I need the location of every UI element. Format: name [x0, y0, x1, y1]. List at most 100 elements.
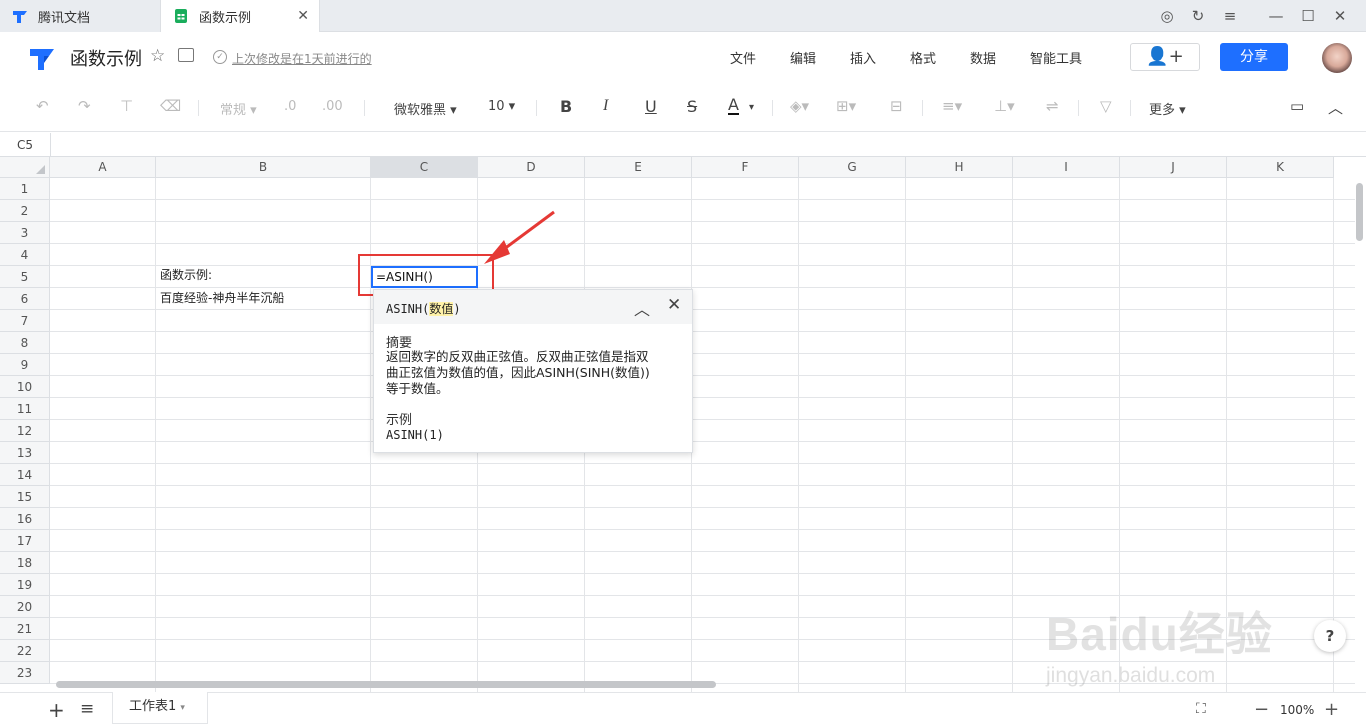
row-header-15[interactable]: 15 [0, 486, 50, 508]
row-header-11[interactable]: 11 [0, 398, 50, 420]
column-header-i[interactable]: I [1013, 157, 1120, 178]
redo-icon[interactable]: ↷ [78, 97, 91, 115]
add-sheet-icon[interactable]: + [48, 698, 65, 722]
row-header-7[interactable]: 7 [0, 310, 50, 332]
menu-format[interactable]: 格式 [910, 48, 936, 67]
row-header-16[interactable]: 16 [0, 508, 50, 530]
sheet-tab-active[interactable]: 工作表1 ▾ [112, 692, 208, 724]
borders-icon[interactable]: ⊞▾ [836, 97, 856, 115]
active-cell-c5[interactable]: =ASINH() [371, 266, 478, 288]
compass-icon[interactable]: ◎ [1157, 6, 1177, 26]
cell-b6[interactable]: 百度经验-神舟半年沉船 [160, 289, 284, 306]
row-header-8[interactable]: 8 [0, 332, 50, 354]
chevron-down-icon[interactable]: ▾ [749, 102, 754, 113]
column-header-d[interactable]: D [478, 157, 585, 178]
menu-edit[interactable]: 编辑 [790, 48, 816, 67]
menu-data[interactable]: 数据 [970, 48, 996, 67]
wrap-text-icon[interactable]: ⇌ [1046, 97, 1059, 115]
avatar[interactable] [1322, 43, 1352, 73]
refresh-icon[interactable]: ↻ [1188, 6, 1208, 26]
move-to-folder-icon[interactable] [178, 48, 194, 62]
italic-icon[interactable]: I [603, 97, 608, 115]
row-header-14[interactable]: 14 [0, 464, 50, 486]
zoom-out-icon[interactable]: − [1254, 699, 1269, 720]
browser-tab-function-example[interactable]: 函数示例 ✕ [160, 0, 320, 32]
column-header-k[interactable]: K [1227, 157, 1334, 178]
menu-insert[interactable]: 插入 [850, 48, 876, 67]
close-window-icon[interactable]: ✕ [1330, 6, 1350, 26]
more-button[interactable]: 更多 ▾ [1149, 99, 1186, 118]
row-header-2[interactable]: 2 [0, 200, 50, 222]
tencent-docs-logo-icon[interactable] [28, 44, 56, 72]
bold-icon[interactable]: B [560, 97, 572, 116]
collapse-toolbar-icon[interactable]: ︿ [1328, 97, 1343, 118]
merge-cells-icon[interactable]: ⊟ [890, 97, 903, 115]
row-header-5[interactable]: 5 [0, 266, 50, 288]
row-header-20[interactable]: 20 [0, 596, 50, 618]
row-header-19[interactable]: 19 [0, 574, 50, 596]
underline-icon[interactable]: U [645, 97, 657, 116]
row-header-3[interactable]: 3 [0, 222, 50, 244]
cell-reference-box[interactable]: C5 [0, 133, 51, 157]
column-header-f[interactable]: F [692, 157, 799, 178]
increase-decimal-icon[interactable]: .00 [322, 99, 343, 114]
row-header-18[interactable]: 18 [0, 552, 50, 574]
help-button[interactable]: ? [1314, 620, 1346, 652]
font-size-select[interactable]: 10 ▾ [488, 99, 515, 114]
vertical-scrollbar[interactable] [1356, 183, 1363, 241]
strikethrough-icon[interactable]: S [687, 97, 697, 116]
horizontal-scrollbar[interactable] [56, 681, 716, 688]
fill-color-icon[interactable]: ◈▾ [790, 97, 809, 115]
close-help-icon[interactable]: ✕ [667, 295, 681, 315]
horizontal-align-icon[interactable]: ≡▾ [942, 97, 962, 115]
row-header-23[interactable]: 23 [0, 662, 50, 684]
last-modified-link[interactable]: 上次修改是在1天前进行的 [232, 50, 372, 67]
share-button[interactable]: 分享 [1220, 43, 1288, 71]
star-icon[interactable]: ☆ [150, 46, 165, 66]
select-all-corner[interactable] [0, 157, 50, 178]
zoom-in-icon[interactable]: + [1324, 699, 1339, 720]
menu-smart-tools[interactable]: 智能工具 [1030, 48, 1082, 67]
row-header-10[interactable]: 10 [0, 376, 50, 398]
row-header-17[interactable]: 17 [0, 530, 50, 552]
format-painter-icon[interactable]: ⊤ [120, 97, 133, 115]
row-header-13[interactable]: 13 [0, 442, 50, 464]
add-collaborator-button[interactable]: 👤+ [1130, 43, 1200, 71]
cell-b5[interactable]: 函数示例: [160, 266, 212, 283]
filter-icon[interactable]: ▽ [1100, 97, 1112, 115]
clear-format-icon[interactable]: ⌫ [160, 97, 181, 115]
column-header-b[interactable]: B [156, 157, 371, 178]
column-header-h[interactable]: H [906, 157, 1013, 178]
zoom-level[interactable]: 100% [1280, 703, 1314, 717]
font-family-select[interactable]: 微软雅黑 ▾ [394, 99, 457, 118]
close-tab-icon[interactable]: ✕ [297, 8, 309, 24]
number-format-select[interactable]: 常规 ▾ [220, 99, 257, 118]
minimize-icon[interactable]: — [1266, 6, 1286, 26]
row-header-6[interactable]: 6 [0, 288, 50, 310]
row-header-12[interactable]: 12 [0, 420, 50, 442]
formula-bar[interactable] [0, 133, 1366, 157]
row-header-1[interactable]: 1 [0, 178, 50, 200]
comment-icon[interactable]: ▭ [1290, 97, 1304, 115]
column-header-c[interactable]: C [371, 157, 478, 178]
maximize-icon[interactable]: ☐ [1298, 6, 1318, 26]
font-color-icon[interactable]: A [728, 97, 739, 115]
vertical-align-icon[interactable]: ⊥▾ [994, 97, 1015, 115]
menu-icon[interactable]: ≡ [1220, 6, 1240, 26]
doc-title[interactable]: 函数示例 [70, 45, 142, 71]
column-header-j[interactable]: J [1120, 157, 1227, 178]
row-header-4[interactable]: 4 [0, 244, 50, 266]
collapse-help-icon[interactable]: ︿ [634, 296, 650, 320]
decrease-decimal-icon[interactable]: .0 [284, 99, 296, 114]
browser-tab-tencent-docs[interactable]: 腾讯文档 [0, 0, 160, 32]
column-header-g[interactable]: G [799, 157, 906, 178]
column-header-e[interactable]: E [585, 157, 692, 178]
undo-icon[interactable]: ↶ [36, 97, 49, 115]
row-header-22[interactable]: 22 [0, 640, 50, 662]
row-header-21[interactable]: 21 [0, 618, 50, 640]
column-header-a[interactable]: A [50, 157, 156, 178]
fit-screen-icon[interactable]: ⛶ [1196, 701, 1206, 717]
sheet-list-icon[interactable]: ≡ [80, 699, 94, 719]
menu-file[interactable]: 文件 [730, 48, 756, 67]
row-header-9[interactable]: 9 [0, 354, 50, 376]
